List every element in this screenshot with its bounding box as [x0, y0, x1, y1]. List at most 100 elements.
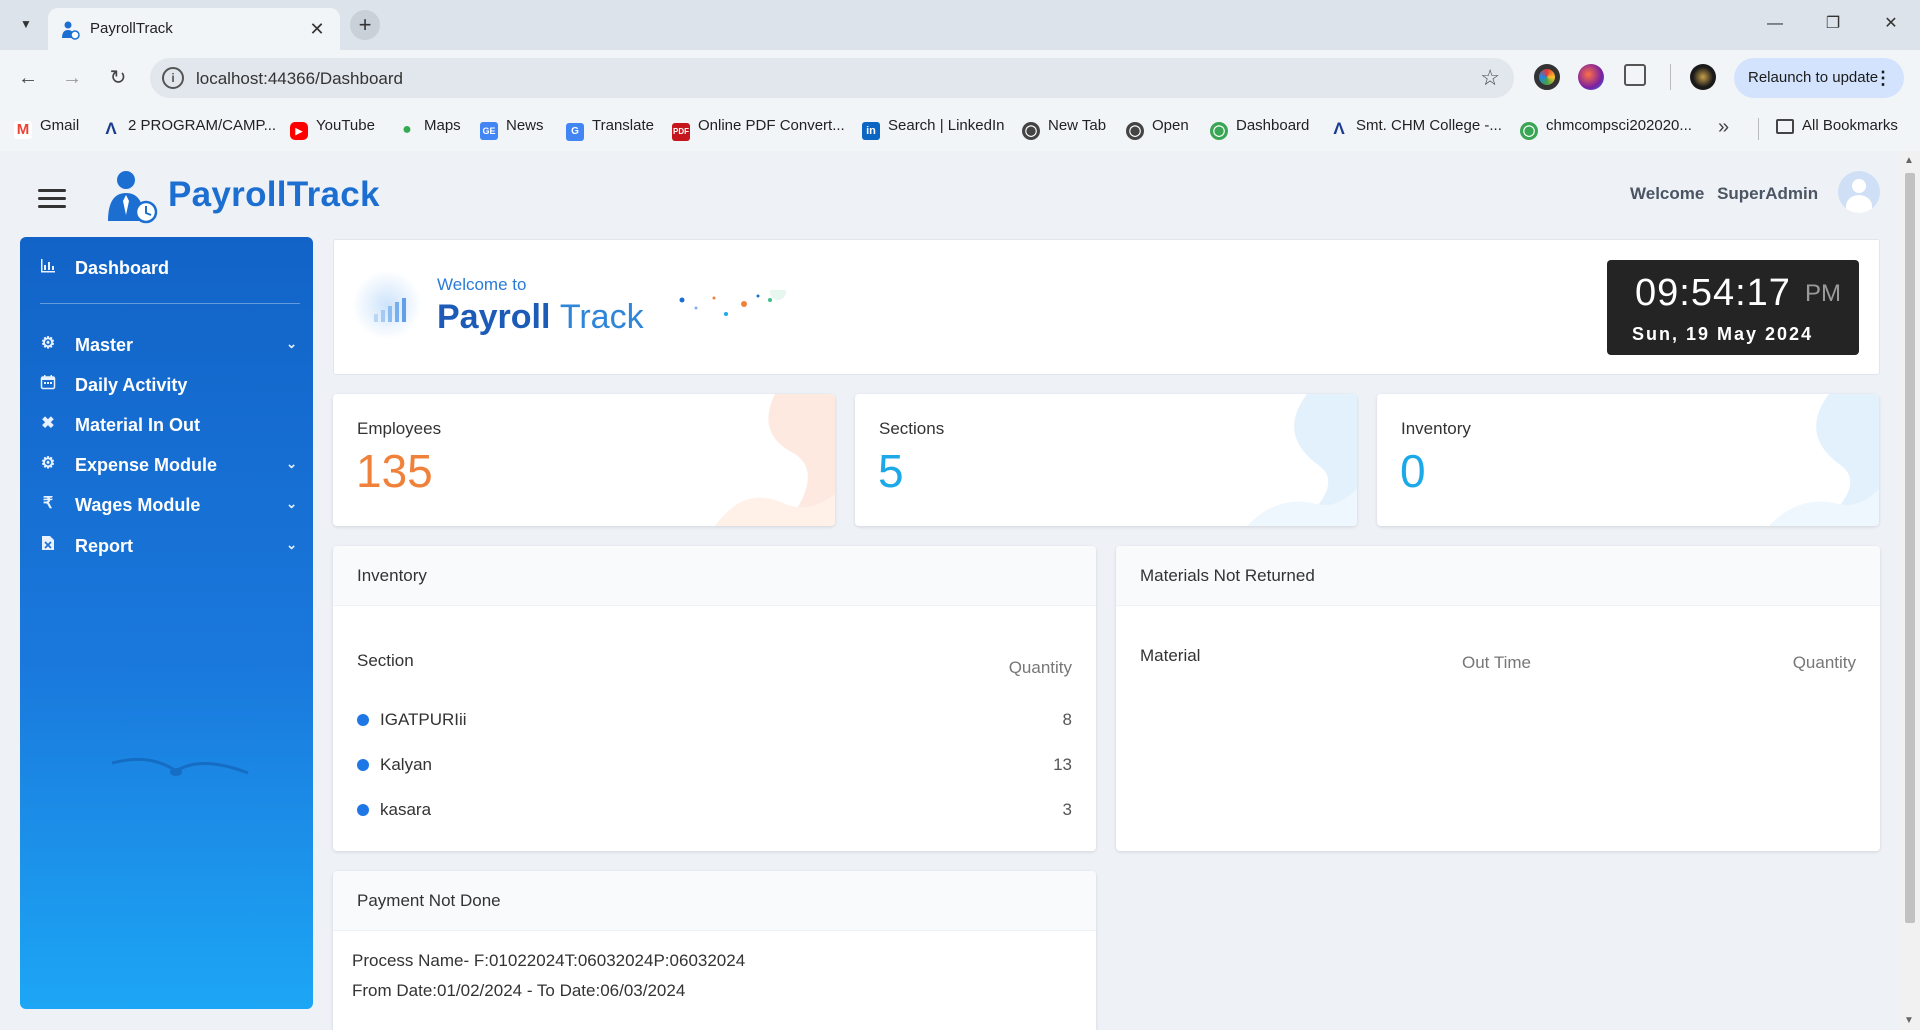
- column-header-quantity: Quantity: [1008, 658, 1072, 677]
- bookmark-label: Search | LinkedIn: [888, 117, 1005, 134]
- browser-toolbar: ← → ↻ i localhost:44366/Dashboard ☆ Rela…: [0, 50, 1920, 106]
- sidebar-item-report[interactable]: Report ⌄: [20, 529, 313, 563]
- bookmark-chm-college[interactable]: Λ Smt. CHM College -...: [1330, 117, 1502, 139]
- list-item: Kalyan 13: [333, 754, 1096, 778]
- restore-icon[interactable]: ❐: [1818, 12, 1848, 36]
- address-bar[interactable]: i localhost:44366/Dashboard ☆: [150, 58, 1514, 98]
- new-tab-button[interactable]: +: [350, 10, 380, 40]
- stat-value: 0: [1400, 445, 1426, 497]
- all-bookmarks-button[interactable]: All Bookmarks: [1776, 117, 1898, 139]
- back-icon[interactable]: ←: [14, 64, 42, 92]
- tab-search-chevron-icon[interactable]: ▼: [14, 12, 38, 36]
- chevron-down-icon: ⌄: [286, 336, 297, 351]
- more-bookmarks-icon[interactable]: »: [1718, 116, 1729, 139]
- panel-header: Payment Not Done: [333, 871, 1096, 931]
- sidebar-item-master[interactable]: ⚙ Master ⌄: [20, 328, 313, 362]
- sidebar-item-dashboard[interactable]: Dashboard: [20, 251, 313, 285]
- bookmark-label: Smt. CHM College -...: [1356, 117, 1502, 134]
- profile-avatar-icon[interactable]: [1690, 64, 1716, 90]
- relaunch-to-update-button[interactable]: Relaunch to update ⋮: [1734, 58, 1904, 98]
- forward-icon[interactable]: →: [58, 64, 86, 92]
- stat-card-employees[interactable]: Employees 135: [333, 394, 835, 526]
- chevron-down-icon: ⌄: [286, 537, 297, 552]
- gmail-icon: M: [14, 121, 32, 139]
- reload-icon[interactable]: ↻: [104, 64, 132, 92]
- bookmark-translate[interactable]: G Translate: [566, 117, 654, 141]
- bullet-dot: [357, 804, 369, 816]
- rupee-icon: ₹: [42, 495, 54, 512]
- panel-header: Materials Not Returned: [1116, 546, 1880, 606]
- bookmark-linkedin[interactable]: in Search | LinkedIn: [862, 117, 1005, 140]
- stat-title: Employees: [357, 419, 442, 438]
- address-url[interactable]: localhost:44366/Dashboard: [196, 69, 403, 89]
- youtube-icon: ▶: [290, 122, 308, 140]
- clock-time: 09:54:17: [1635, 272, 1791, 314]
- bookmark-dashboard[interactable]: ◯ Dashboard: [1210, 117, 1309, 140]
- banner-title-bold: Payroll: [437, 298, 551, 336]
- stat-title: Sections: [879, 419, 945, 438]
- bookmark-gmail[interactable]: M Gmail: [14, 117, 79, 139]
- bookmark-program-camp[interactable]: Λ 2 PROGRAM/CAMP...: [102, 117, 276, 139]
- bookmark-label: Maps: [424, 117, 461, 134]
- tab-close-icon[interactable]: ✕: [306, 18, 328, 40]
- user-avatar[interactable]: [1838, 171, 1880, 213]
- bookmark-new-tab[interactable]: ◯ New Tab: [1022, 117, 1107, 140]
- extension-firefox-like-icon[interactable]: [1578, 64, 1604, 90]
- bookmark-pdf-convert[interactable]: PDF Online PDF Convert...: [672, 117, 845, 141]
- gear-icon: ⚙: [40, 455, 56, 472]
- bookmark-maps[interactable]: ● Maps: [398, 117, 461, 139]
- section-quantity: 13: [1053, 755, 1072, 774]
- clock-date: Sun, 19 May 2024: [1632, 324, 1814, 344]
- column-header-material: Material: [1140, 646, 1201, 665]
- brand-name[interactable]: PayrollTrack: [168, 175, 380, 215]
- bullet-dot: [357, 759, 369, 771]
- all-bookmarks-label: All Bookmarks: [1802, 117, 1898, 134]
- sidebar-item-expense-module[interactable]: ⚙ Expense Module ⌄: [20, 448, 313, 482]
- menu-toggle-icon[interactable]: [38, 189, 66, 209]
- payrolltrack-favicon-icon: [62, 21, 80, 40]
- welcome-label: Welcome: [1630, 184, 1705, 203]
- browser-tab[interactable]: PayrollTrack ✕: [48, 8, 340, 50]
- a-logo-icon: Λ: [1333, 119, 1345, 138]
- bar-chart-icon: [374, 298, 406, 322]
- bookmark-label: New Tab: [1048, 117, 1107, 134]
- section-quantity: 3: [1062, 800, 1072, 819]
- list-item: IGATPURIii 8: [333, 709, 1096, 733]
- extension-color-icon[interactable]: [1534, 64, 1560, 90]
- bookmark-news[interactable]: GE News: [480, 117, 544, 140]
- bookmark-star-icon[interactable]: ☆: [1480, 65, 1500, 91]
- scroll-down-icon[interactable]: ▼: [1904, 1015, 1914, 1026]
- sidebar-item-material-in-out[interactable]: ✖ Material In Out: [20, 408, 313, 442]
- more-menu-icon[interactable]: ⋮: [1874, 58, 1892, 98]
- sidebar-item-label: Report: [75, 536, 133, 556]
- globe-icon: ◯: [1520, 122, 1538, 140]
- calendar-icon: [38, 374, 58, 394]
- stat-card-sections[interactable]: Sections 5: [855, 394, 1357, 526]
- chevron-down-icon: ⌄: [286, 496, 297, 511]
- sidebar-item-wages-module[interactable]: ₹ Wages Module ⌄: [20, 488, 313, 522]
- window-close-icon[interactable]: ✕: [1876, 12, 1906, 36]
- payrolltrack-logo-icon: [108, 171, 158, 224]
- process-name-line: Process Name- F:01022024T:06032024P:0603…: [352, 951, 746, 970]
- scroll-thumb[interactable]: [1905, 173, 1915, 923]
- bookmarks-divider: [1758, 118, 1759, 140]
- sidebar-item-label: Dashboard: [75, 258, 170, 278]
- card-wave-decoration: [715, 394, 835, 526]
- tab-title: PayrollTrack: [90, 20, 173, 37]
- minimize-icon[interactable]: —: [1760, 12, 1790, 36]
- column-header-quantity: Quantity: [1792, 653, 1856, 672]
- sidebar-item-daily-activity[interactable]: Daily Activity: [20, 368, 313, 402]
- bookmark-youtube[interactable]: ▶ YouTube: [290, 117, 375, 140]
- bookmark-open[interactable]: ◯ Open: [1126, 117, 1189, 140]
- date-range-line: From Date:01/02/2024 - To Date:06/03/202…: [352, 981, 686, 1000]
- bookmark-chmcompsci[interactable]: ◯ chmcompsci202020...: [1520, 117, 1692, 140]
- bookmark-label: Translate: [592, 117, 654, 134]
- scroll-up-icon[interactable]: ▲: [1904, 155, 1914, 166]
- globe-icon: ◯: [1022, 122, 1040, 140]
- section-name: kasara: [380, 800, 432, 819]
- stat-card-inventory[interactable]: Inventory 0: [1377, 394, 1879, 526]
- sidebar-item-label: Master: [75, 335, 134, 355]
- page-scrollbar[interactable]: ▲ ▼: [1900, 151, 1920, 1030]
- extensions-puzzle-icon[interactable]: [1624, 64, 1646, 86]
- site-info-icon[interactable]: i: [162, 67, 184, 89]
